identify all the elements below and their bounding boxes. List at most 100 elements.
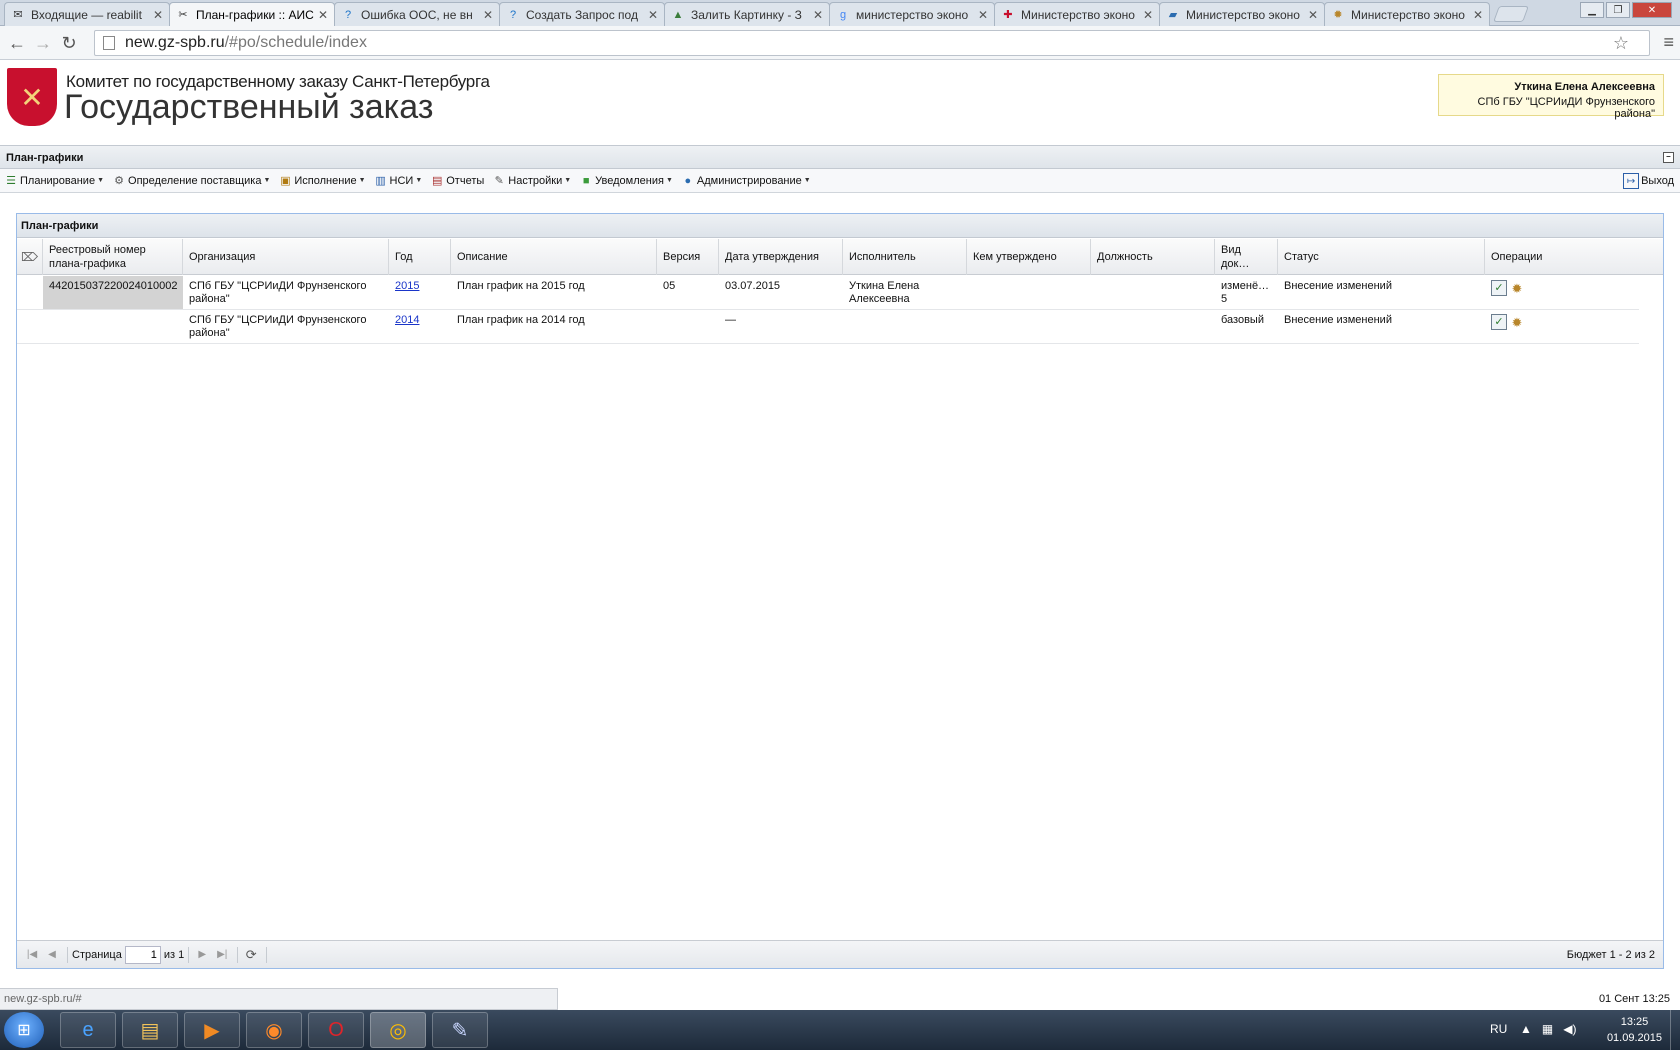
operations-cell: ✓ ✹ — [1485, 310, 1639, 343]
browser-tab[interactable]: ✚ Министерство эконо ✕ — [994, 2, 1160, 26]
operations-cell: ✓ ✹ — [1485, 276, 1639, 309]
column-header-approval-date[interactable]: Дата утверждения — [719, 239, 843, 275]
status-cell: Внесение изменений — [1284, 280, 1392, 292]
paint-icon[interactable]: ✎ — [432, 1012, 488, 1048]
address-bar[interactable]: new.gz-spb.ru/#po/schedule/index ☆ — [94, 30, 1650, 56]
show-desktop-button[interactable] — [1670, 1010, 1680, 1050]
minimize-button[interactable]: ▁ — [1580, 2, 1604, 18]
close-tab-icon[interactable]: ✕ — [1143, 8, 1153, 22]
browser-tab[interactable]: ✹ Министерство эконо ✕ — [1324, 2, 1490, 26]
approval-date-cell: — — [725, 314, 736, 326]
user-icon: ● — [684, 174, 692, 187]
next-page-button[interactable]: ▶ — [193, 946, 211, 964]
close-tab-icon[interactable]: ✕ — [648, 8, 658, 22]
clock[interactable]: 13:25 01.09.2015 — [1607, 1014, 1662, 1046]
close-tab-icon[interactable]: ✕ — [153, 8, 163, 22]
browser-tab[interactable]: ? Создать Запрос под ✕ — [499, 2, 665, 26]
doc-type-cell: изменё… 5 — [1221, 280, 1270, 305]
language-indicator[interactable]: RU — [1490, 1022, 1507, 1036]
reg-number-cell: 442015037220024010002 — [43, 276, 183, 309]
previous-page-button[interactable]: ◀ — [43, 946, 61, 964]
year-link[interactable]: 2014 — [395, 314, 419, 326]
close-tab-icon[interactable]: ✕ — [978, 8, 988, 22]
menu-item[interactable]: ☰ Планирование ▼ — [4, 174, 104, 188]
last-page-button[interactable]: ▶| — [213, 946, 231, 964]
site-title: Государственный заказ — [64, 88, 434, 126]
dropdown-caret-icon: ▼ — [564, 177, 572, 184]
start-button[interactable]: ⊞ — [4, 1012, 44, 1048]
mail-icon: ✉ — [13, 9, 23, 21]
browser-tab[interactable]: ? Ошибка ООС, не вн ✕ — [334, 2, 500, 26]
logout-button[interactable]: ↦ Выход — [1623, 173, 1674, 189]
opera-icon[interactable]: O — [308, 1012, 364, 1048]
close-window-button[interactable]: ✕ — [1632, 2, 1672, 18]
dropdown-caret-icon: ▼ — [415, 177, 423, 184]
column-header-reg-number[interactable]: Реестровый номер плана-графика — [43, 239, 183, 275]
browser-tab[interactable]: g министерство эконо ✕ — [829, 2, 995, 26]
file-explorer-icon[interactable]: ▤ — [122, 1012, 178, 1048]
first-page-button[interactable]: |◀ — [23, 946, 41, 964]
tray-expand-icon[interactable]: ▲ — [1520, 1022, 1532, 1036]
bookmark-star-icon[interactable]: ☆ — [1613, 33, 1629, 54]
chrome-icon[interactable]: ◎ — [370, 1012, 426, 1048]
browser-tab[interactable]: ▲ Залить Картинку - З ✕ — [664, 2, 830, 26]
dropdown-caret-icon: ▼ — [358, 177, 366, 184]
firefox-icon[interactable]: ◉ — [246, 1012, 302, 1048]
filter-icon[interactable]: ⌦ — [17, 239, 43, 275]
table-row[interactable]: 442015037220024010002 СПб ГБУ "ЦСРИиДИ Ф… — [17, 276, 1639, 310]
column-header-version[interactable]: Версия — [657, 239, 719, 275]
column-header-position[interactable]: Должность — [1091, 239, 1215, 275]
edit-document-icon[interactable]: ✓ — [1491, 314, 1507, 330]
close-tab-icon[interactable]: ✕ — [1473, 8, 1483, 22]
table-row[interactable]: СПб ГБУ "ЦСРИиДИ Фрунзенского района" 20… — [17, 310, 1639, 344]
column-header-doc-type[interactable]: Вид док… — [1215, 239, 1278, 275]
menu-item[interactable]: ■ Уведомления ▼ — [579, 174, 673, 188]
user-name: Уткина Елена Алексеевна — [1514, 81, 1655, 93]
column-header-description[interactable]: Описание — [451, 239, 657, 275]
column-header-organization[interactable]: Организация — [183, 239, 389, 275]
column-header-approved-by[interactable]: Кем утверждено — [967, 239, 1091, 275]
collapse-icon[interactable]: – — [1663, 152, 1674, 163]
reload-button[interactable]: ↻ — [58, 32, 80, 54]
network-icon[interactable]: ▦ — [1542, 1022, 1553, 1036]
menu-item[interactable]: ▣ Исполнение ▼ — [278, 174, 365, 188]
browser-tab[interactable]: ▰ Министерство эконо ✕ — [1159, 2, 1325, 26]
close-tab-icon[interactable]: ✕ — [813, 8, 823, 22]
internet-explorer-icon[interactable]: e — [60, 1012, 116, 1048]
column-header-year[interactable]: Год — [389, 239, 451, 275]
column-header-status[interactable]: Статус — [1278, 239, 1485, 275]
menu-item[interactable]: ▥ НСИ ▼ — [374, 174, 423, 188]
dropdown-caret-icon: ▼ — [665, 177, 673, 184]
menu-item-label: Планирование — [20, 174, 96, 187]
browser-menu-icon[interactable]: ≡ — [1663, 32, 1674, 53]
close-tab-icon[interactable]: ✕ — [483, 8, 493, 22]
page-number-input[interactable] — [124, 945, 161, 964]
maximize-button[interactable]: ❐ — [1606, 2, 1630, 18]
media-player-icon[interactable]: ▶ — [184, 1012, 240, 1048]
back-button[interactable]: ← — [6, 32, 28, 54]
publish-emblem-icon[interactable]: ✹ — [1509, 314, 1525, 330]
browser-navbar: ← → ↻ new.gz-spb.ru/#po/schedule/index ☆… — [0, 26, 1680, 60]
browser-tab[interactable]: ✉ Входящие — reabilit ✕ — [4, 2, 170, 26]
menu-item[interactable]: ⚙ Определение поставщика ▼ — [112, 174, 270, 188]
refresh-icon[interactable]: ⟳ — [242, 946, 260, 964]
volume-icon[interactable]: ◀) — [1563, 1022, 1576, 1036]
close-tab-icon[interactable]: ✕ — [1308, 8, 1318, 22]
menu-item[interactable]: ▤ Отчеты — [430, 174, 484, 188]
edit-document-icon[interactable]: ✓ — [1491, 280, 1507, 296]
dropdown-caret-icon: ▼ — [263, 177, 271, 184]
bookmark-icon: ▰ — [1168, 9, 1178, 21]
dropdown-caret-icon: ▼ — [97, 177, 105, 184]
menu-item[interactable]: ● Администрирование ▼ — [681, 174, 811, 188]
organization-cell: СПб ГБУ "ЦСРИиДИ Фрунзенского района" — [189, 314, 367, 339]
new-tab-button[interactable] — [1493, 6, 1529, 22]
publish-emblem-icon[interactable]: ✹ — [1509, 280, 1525, 296]
menu-item[interactable]: ✎ Настройки ▼ — [492, 174, 571, 188]
close-tab-icon[interactable]: ✕ — [318, 8, 328, 22]
year-link[interactable]: 2015 — [395, 280, 419, 292]
browser-tab[interactable]: ✂ План-графики :: АИС ✕ — [169, 2, 335, 26]
column-header-executor[interactable]: Исполнитель — [843, 239, 967, 275]
forward-button[interactable]: → — [32, 32, 54, 54]
browser-tab-title: Министерство эконо — [1351, 7, 1465, 22]
description-cell: План график на 2015 год — [457, 280, 585, 292]
